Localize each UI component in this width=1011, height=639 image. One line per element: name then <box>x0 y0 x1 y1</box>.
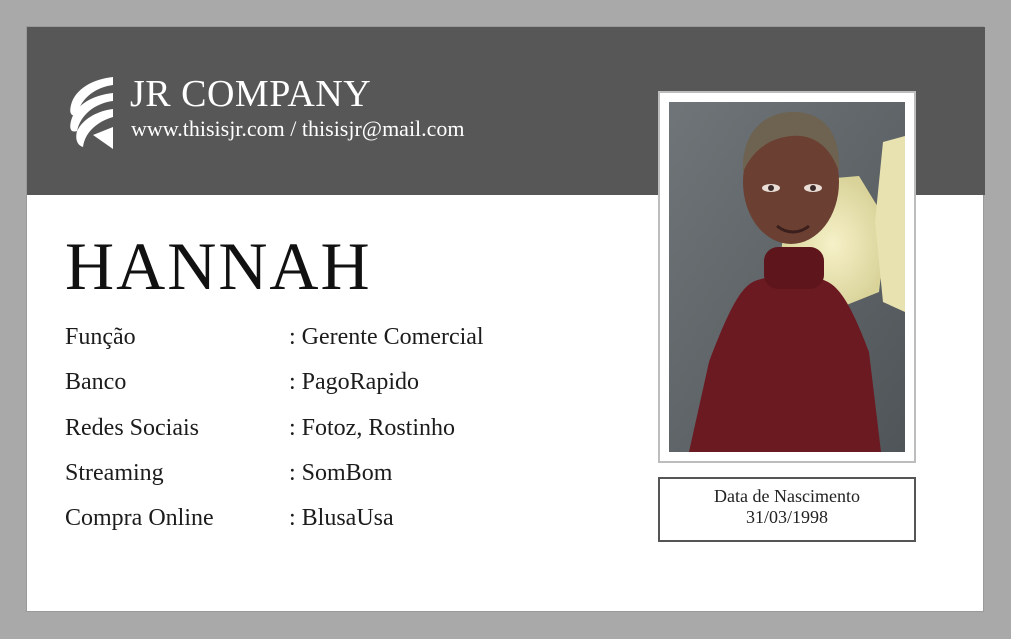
field-label: Redes Sociais <box>65 414 199 441</box>
photo-frame <box>658 91 916 463</box>
birth-date-box: Data de Nascimento 31/03/1998 <box>658 477 916 542</box>
field-value: : Fotoz, Rostinho <box>289 414 456 441</box>
person-name: HANNAH <box>65 228 372 304</box>
field-value: : SomBom <box>289 459 393 486</box>
field-value: : BlusaUsa <box>289 505 394 532</box>
profile-photo <box>669 102 905 452</box>
field-value: : PagoRapido <box>289 369 419 396</box>
field-label: Banco <box>65 369 127 396</box>
field-value: : Gerente Comercial <box>289 324 484 350</box>
field-label: Streaming <box>65 459 164 486</box>
field-label: Função <box>65 324 136 350</box>
birth-date-label: Data de Nascimento <box>714 486 860 506</box>
company-contact: www.thisisjr.com / thisisjr@mail.com <box>131 116 465 141</box>
field-label: Compra Online <box>65 505 214 532</box>
company-name: JR COMPANY <box>130 73 372 115</box>
birth-date-value: 31/03/1998 <box>745 507 828 527</box>
company-logo-icon <box>70 77 113 149</box>
id-card: JR COMPANY www.thisisjr.com / thisisjr@m… <box>26 26 985 612</box>
